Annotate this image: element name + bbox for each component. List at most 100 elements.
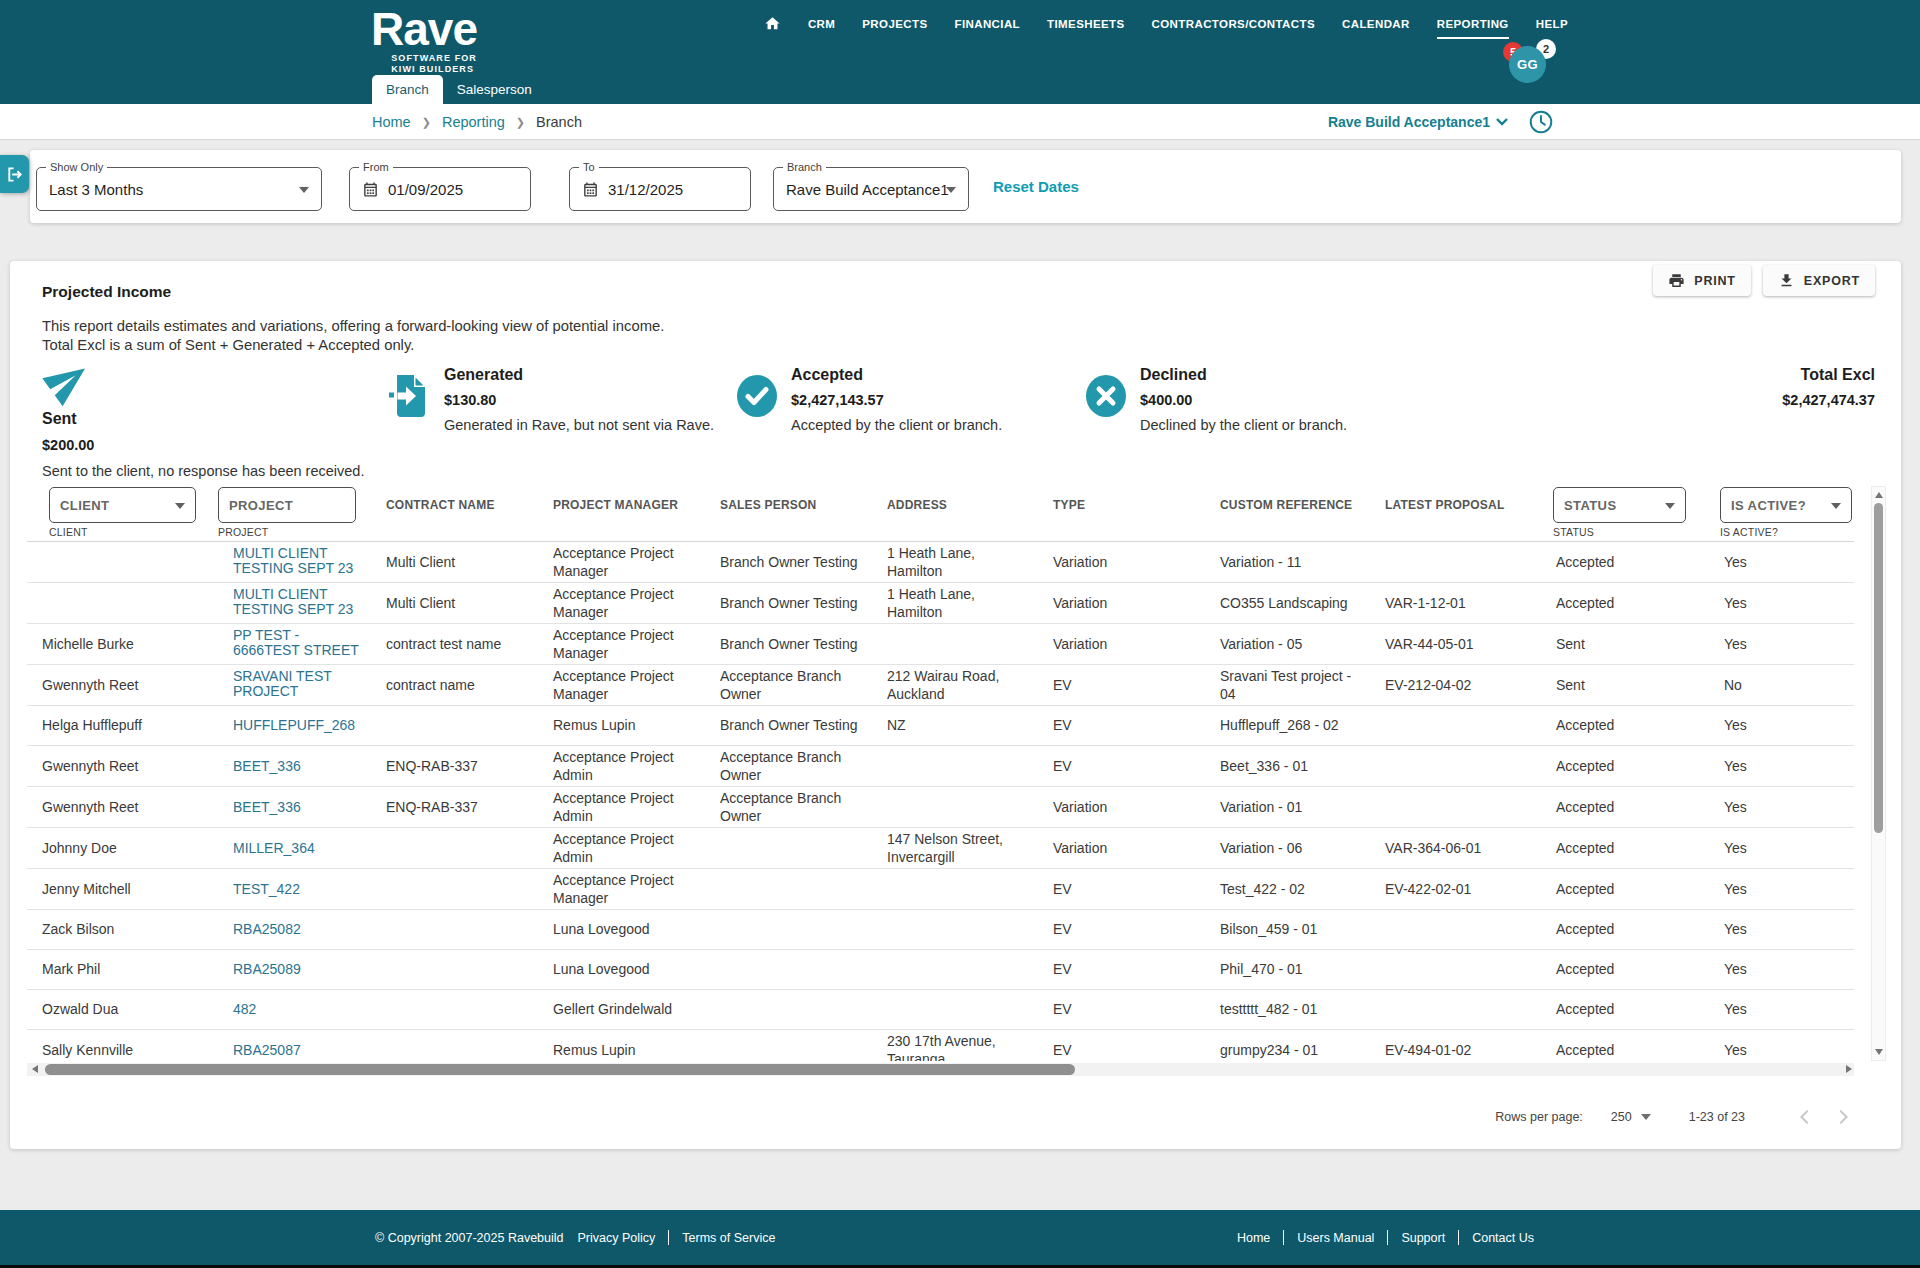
footer-link-contact-us[interactable]: Contact Us xyxy=(1472,1231,1534,1245)
project-link[interactable]: TEST_422 xyxy=(233,882,300,897)
nav-item-timesheets[interactable]: TIMESHEETS xyxy=(1047,18,1124,39)
column-header-sales-person: SALES PERSON xyxy=(705,486,872,524)
cell-client: Zack Bilson xyxy=(27,909,218,949)
chevron-down-icon xyxy=(1496,118,1508,126)
scroll-right-arrow-icon[interactable] xyxy=(1846,1065,1852,1073)
status-filter-select[interactable]: STATUS xyxy=(1553,487,1686,523)
cell-custom-reference: Phil_470 - 01 xyxy=(1205,949,1370,989)
branch-filter-select[interactable]: Branch Rave Build Acceptance1 xyxy=(773,167,969,211)
cell-sales-person: Branch Owner Testing xyxy=(705,582,872,623)
column-header-type: TYPE xyxy=(1038,486,1205,524)
column-header-address: ADDRESS xyxy=(872,486,1038,524)
vertical-scrollbar[interactable] xyxy=(1871,486,1886,1061)
footer-link-users-manual[interactable]: Users Manual xyxy=(1297,1231,1374,1245)
project-link[interactable]: HUFFLEPUFF_268 xyxy=(233,718,355,733)
column-header-latest-proposal: LATEST PROPOSAL xyxy=(1370,486,1541,524)
nav-item-projects[interactable]: PROJECTS xyxy=(862,18,927,39)
project-link[interactable]: 482 xyxy=(233,1002,256,1017)
rave-logo[interactable]: Rave SOFTWARE FORKIWI BUILDERS xyxy=(371,6,477,75)
footer-link-home[interactable]: Home xyxy=(1237,1231,1270,1245)
privacy-policy-link[interactable]: Privacy Policy xyxy=(578,1231,656,1245)
nav-item-financial[interactable]: FINANCIAL xyxy=(954,18,1020,39)
cell-project: MULTI CLIENT TESTING SEPT 23 xyxy=(218,582,371,623)
report-description: This report details estimates and variat… xyxy=(10,317,1901,354)
project-link[interactable]: SRAVANI TEST PROJECT xyxy=(233,669,359,699)
cell-client: Gwennyth Reet xyxy=(27,786,218,827)
breadcrumb-home[interactable]: Home xyxy=(372,114,411,130)
project-link[interactable]: MULTI CLIENT TESTING SEPT 23 xyxy=(233,587,359,617)
cell-latest-proposal xyxy=(1370,989,1541,1029)
cell-type: EV xyxy=(1038,989,1205,1029)
show-only-select[interactable]: Show Only Last 3 Months xyxy=(36,167,322,211)
home-icon[interactable] xyxy=(764,15,781,43)
to-date-input[interactable]: To 31/12/2025 xyxy=(569,167,751,211)
history-clock-icon[interactable] xyxy=(1528,109,1554,135)
project-link[interactable]: RBA25089 xyxy=(233,962,301,977)
cell-type: Variation xyxy=(1038,827,1205,868)
scroll-up-arrow-icon[interactable] xyxy=(1875,492,1883,498)
cell-project: RBA25082 xyxy=(218,909,371,949)
scroll-down-arrow-icon[interactable] xyxy=(1875,1049,1883,1055)
project-link[interactable]: BEET_336 xyxy=(233,759,301,774)
export-button[interactable]: EXPORT xyxy=(1763,265,1875,296)
footer-link-support[interactable]: Support xyxy=(1401,1231,1445,1245)
project-link[interactable]: BEET_336 xyxy=(233,800,301,815)
nav-item-reporting[interactable]: REPORTING xyxy=(1437,18,1509,39)
table-row: Michelle BurkePP TEST - 6666TEST STREETc… xyxy=(27,623,1854,664)
branch-selector[interactable]: Rave Build Acceptance1 xyxy=(1328,114,1508,130)
cell-project: BEET_336 xyxy=(218,745,371,786)
rows-per-page-select[interactable]: 250 xyxy=(1611,1110,1651,1124)
top-bar: Rave SOFTWARE FORKIWI BUILDERS CRM PROJEC… xyxy=(0,0,1920,104)
side-panel-toggle-button[interactable] xyxy=(0,155,29,193)
previous-page-button[interactable] xyxy=(1793,1105,1817,1129)
breadcrumb-reporting[interactable]: Reporting xyxy=(442,114,505,130)
cell-sales-person: Acceptance Branch Owner xyxy=(705,664,872,705)
project-filter-input[interactable]: PROJECT xyxy=(218,487,356,523)
cell-address: 230 17th Avenue, Tauranga xyxy=(872,1029,1038,1061)
cell-contract-name xyxy=(371,989,538,1029)
stat-generated: Generated $130.80 Generated in Rave, but… xyxy=(389,366,714,433)
cell-contract-name xyxy=(371,827,538,868)
reset-dates-link[interactable]: Reset Dates xyxy=(993,150,1079,223)
print-button[interactable]: PRINT xyxy=(1653,265,1751,296)
filter-card: Show Only Last 3 Months From 01/09/2025 … xyxy=(30,150,1901,223)
avatar[interactable]: GG xyxy=(1509,46,1546,83)
cell-status: Accepted xyxy=(1541,989,1709,1029)
scroll-left-arrow-icon[interactable] xyxy=(32,1065,38,1073)
nav-item-calendar[interactable]: CALENDAR xyxy=(1342,18,1410,39)
cell-custom-reference: Variation - 05 xyxy=(1205,623,1370,664)
tab-salesperson[interactable]: Salesperson xyxy=(443,75,546,104)
tab-branch[interactable]: Branch xyxy=(372,75,443,104)
cell-project: 482 xyxy=(218,989,371,1029)
cell-sales-person: Acceptance Branch Owner xyxy=(705,786,872,827)
calendar-icon xyxy=(582,181,599,198)
nav-item-help[interactable]: HELP xyxy=(1536,18,1568,39)
is-active-filter-select[interactable]: IS ACTIVE? xyxy=(1720,487,1852,523)
column-label-status: STATUS xyxy=(1541,524,1709,541)
project-link[interactable]: RBA25087 xyxy=(233,1043,301,1058)
from-date-input[interactable]: From 01/09/2025 xyxy=(349,167,531,211)
cell-project-manager: Remus Lupin xyxy=(538,1029,705,1061)
project-link[interactable]: MULTI CLIENT TESTING SEPT 23 xyxy=(233,546,359,576)
horizontal-scrollbar-thumb[interactable] xyxy=(45,1064,1075,1075)
project-link[interactable]: MILLER_364 xyxy=(233,841,315,856)
vertical-scrollbar-thumb[interactable] xyxy=(1874,503,1883,833)
cell-project: MULTI CLIENT TESTING SEPT 23 xyxy=(218,542,371,583)
cell-client: Sally Kennville xyxy=(27,1029,218,1061)
next-page-button[interactable] xyxy=(1831,1105,1855,1129)
cell-custom-reference: Variation - 11 xyxy=(1205,542,1370,583)
cell-project-manager: Acceptance Project Manager xyxy=(538,582,705,623)
cell-address xyxy=(872,868,1038,909)
cell-client: Gwennyth Reet xyxy=(27,664,218,705)
chevron-down-icon xyxy=(1831,503,1841,509)
project-link[interactable]: PP TEST - 6666TEST STREET xyxy=(233,628,359,658)
nav-item-crm[interactable]: CRM xyxy=(808,18,835,39)
nav-item-contractors-contacts[interactable]: CONTRACTORS/CONTACTS xyxy=(1152,18,1315,39)
client-filter-select[interactable]: CLIENT xyxy=(49,487,196,523)
terms-of-service-link[interactable]: Terms of Service xyxy=(682,1231,775,1245)
project-link[interactable]: RBA25082 xyxy=(233,922,301,937)
generated-doc-icon xyxy=(389,374,431,433)
horizontal-scrollbar[interactable] xyxy=(27,1063,1854,1076)
send-icon xyxy=(45,358,372,408)
footer-separator xyxy=(1458,1230,1459,1245)
